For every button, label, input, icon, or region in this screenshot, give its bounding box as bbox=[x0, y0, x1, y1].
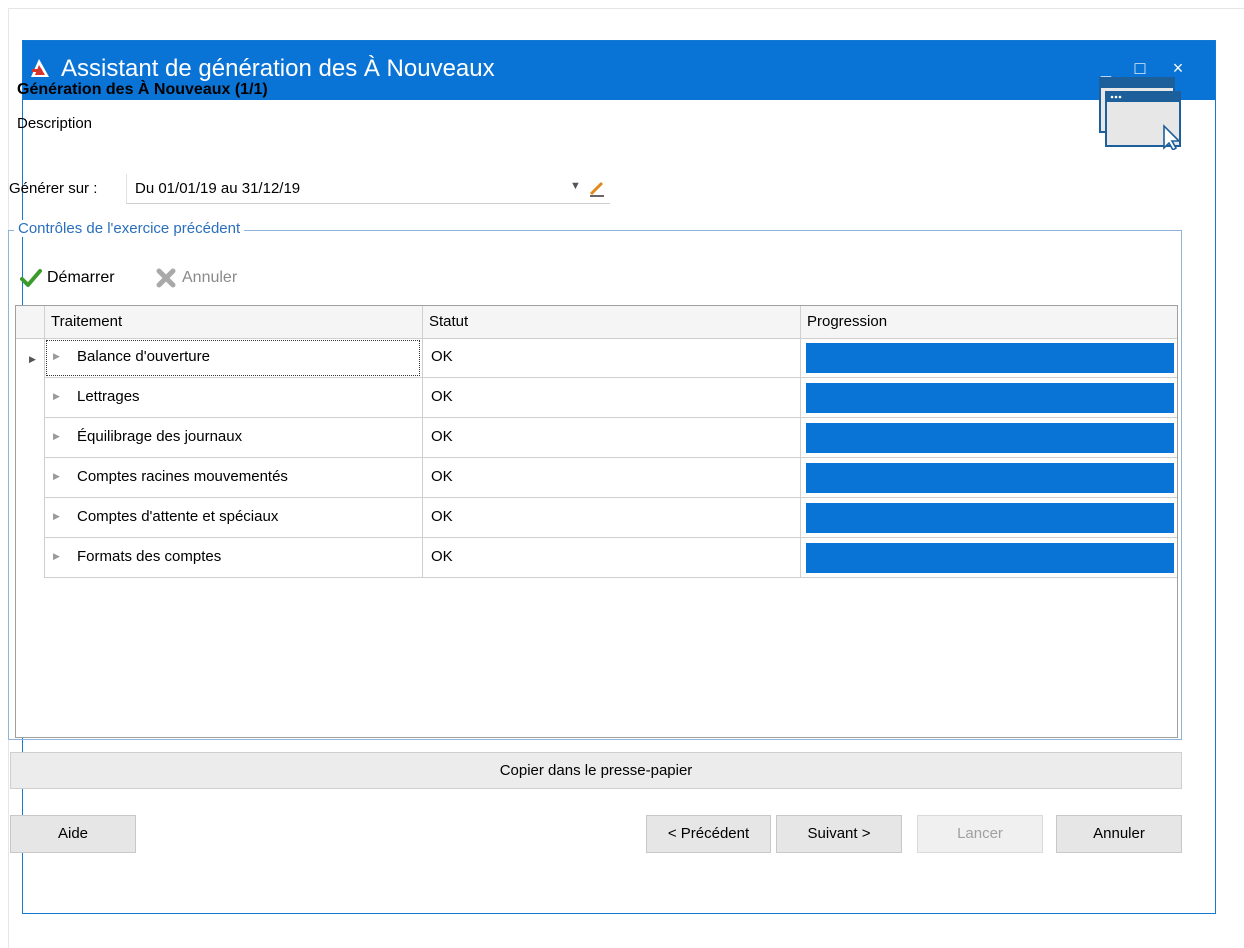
next-button[interactable]: Suivant > bbox=[776, 815, 902, 853]
table-row[interactable]: ▶ Formats des comptes OK bbox=[16, 538, 1177, 578]
status-cell[interactable]: OK bbox=[422, 498, 800, 538]
period-value: Du 01/01/19 au 31/12/19 bbox=[135, 180, 301, 197]
treatment-cell[interactable]: ▶ Comptes d'attente et spéciaux bbox=[44, 498, 422, 538]
generate-on-label: Générer sur : bbox=[9, 180, 98, 197]
progress-bar-fill bbox=[806, 463, 1174, 493]
status-text: OK bbox=[431, 388, 453, 405]
progress-cell[interactable] bbox=[800, 378, 1177, 418]
treatment-name: Comptes d'attente et spéciaux bbox=[77, 508, 279, 525]
help-button[interactable]: Aide bbox=[10, 815, 136, 853]
table-header: Traitement Statut Progression bbox=[16, 306, 1177, 339]
progress-bar bbox=[806, 423, 1174, 453]
pencil-icon[interactable] bbox=[587, 178, 607, 198]
progress-bar bbox=[806, 503, 1174, 533]
progress-bar bbox=[806, 383, 1174, 413]
status-text: OK bbox=[431, 468, 453, 485]
cancel-run-label: Annuler bbox=[182, 269, 238, 286]
status-text: OK bbox=[431, 548, 453, 565]
column-header-progress[interactable]: Progression bbox=[800, 306, 1177, 338]
progress-bar-fill bbox=[806, 503, 1174, 533]
status-cell[interactable]: OK bbox=[422, 458, 800, 498]
table-row[interactable]: ▶ Lettrages OK bbox=[16, 378, 1177, 418]
status-text: OK bbox=[431, 508, 453, 525]
start-button[interactable]: Démarrer bbox=[20, 264, 115, 292]
x-icon bbox=[156, 268, 176, 288]
progress-bar-fill bbox=[806, 423, 1174, 453]
row-indicator-icon: ▶ bbox=[29, 354, 36, 364]
period-combobox[interactable]: Du 01/01/19 au 31/12/19 ▼ bbox=[126, 174, 610, 204]
treatment-cell[interactable]: ▶ Comptes racines mouvementés bbox=[44, 458, 422, 498]
cancel-run-button[interactable]: Annuler bbox=[155, 264, 237, 292]
step-description: Description bbox=[17, 115, 93, 132]
expand-arrow-icon[interactable]: ▶ bbox=[53, 391, 60, 402]
window-title: Assistant de génération des À Nouveaux bbox=[61, 55, 495, 82]
column-header-treatment[interactable]: Traitement bbox=[44, 306, 422, 338]
treatment-cell[interactable]: ▶ Équilibrage des journaux bbox=[44, 418, 422, 458]
app-logo-icon bbox=[31, 59, 49, 77]
table-row[interactable]: ▶ Comptes racines mouvementés OK bbox=[16, 458, 1177, 498]
expand-arrow-icon[interactable]: ▶ bbox=[53, 551, 60, 562]
treatment-cell[interactable]: ▶ Lettrages bbox=[44, 378, 422, 418]
expand-arrow-icon[interactable]: ▶ bbox=[53, 431, 60, 442]
progress-bar bbox=[806, 543, 1174, 573]
previous-button[interactable]: < Précédent bbox=[646, 815, 771, 853]
checkmark-icon bbox=[20, 269, 42, 287]
progress-cell[interactable] bbox=[800, 418, 1177, 458]
treatment-cell[interactable]: ▶ Formats des comptes bbox=[44, 538, 422, 578]
status-cell[interactable]: OK bbox=[422, 338, 800, 378]
treatment-name: Comptes racines mouvementés bbox=[77, 468, 288, 485]
expand-arrow-icon[interactable]: ▶ bbox=[53, 351, 60, 362]
treatment-name: Équilibrage des journaux bbox=[77, 428, 243, 445]
step-title: Génération des À Nouveaux (1/1) bbox=[17, 81, 268, 98]
progress-bar bbox=[806, 343, 1174, 373]
column-header-status[interactable]: Statut bbox=[422, 306, 800, 338]
table-row[interactable]: ▶ ▶ Balance d'ouverture OK bbox=[16, 338, 1177, 378]
status-text: OK bbox=[431, 348, 453, 365]
progress-cell[interactable] bbox=[800, 498, 1177, 538]
window-cursor-icon bbox=[1099, 77, 1181, 150]
controls-table: Traitement Statut Progression ▶ ▶ Balanc… bbox=[15, 305, 1178, 738]
progress-bar-fill bbox=[806, 383, 1174, 413]
progress-cell[interactable] bbox=[800, 338, 1177, 378]
progress-bar-fill bbox=[806, 543, 1174, 573]
cancel-button[interactable]: Annuler bbox=[1056, 815, 1182, 853]
table-row[interactable]: ▶ Équilibrage des journaux OK bbox=[16, 418, 1177, 458]
progress-cell[interactable] bbox=[800, 538, 1177, 578]
status-cell[interactable]: OK bbox=[422, 538, 800, 578]
progress-bar bbox=[806, 463, 1174, 493]
table-row[interactable]: ▶ Comptes d'attente et spéciaux OK bbox=[16, 498, 1177, 538]
treatment-name: Balance d'ouverture bbox=[77, 348, 210, 365]
copy-to-clipboard-button[interactable]: Copier dans le presse-papier bbox=[10, 752, 1182, 789]
chevron-down-icon[interactable]: ▼ bbox=[570, 180, 581, 192]
status-text: OK bbox=[431, 428, 453, 445]
progress-bar-fill bbox=[806, 343, 1174, 373]
expand-arrow-icon[interactable]: ▶ bbox=[53, 471, 60, 482]
progress-cell[interactable] bbox=[800, 458, 1177, 498]
treatment-name: Lettrages bbox=[77, 388, 140, 405]
status-cell[interactable]: OK bbox=[422, 418, 800, 458]
expand-arrow-icon[interactable]: ▶ bbox=[53, 511, 60, 522]
group-title: Contrôles de l'exercice précédent bbox=[14, 220, 245, 237]
launch-button: Lancer bbox=[917, 815, 1043, 853]
start-label: Démarrer bbox=[47, 269, 115, 286]
status-cell[interactable]: OK bbox=[422, 378, 800, 418]
treatment-name: Formats des comptes bbox=[77, 548, 222, 565]
treatment-cell[interactable]: ▶ Balance d'ouverture bbox=[44, 338, 422, 378]
